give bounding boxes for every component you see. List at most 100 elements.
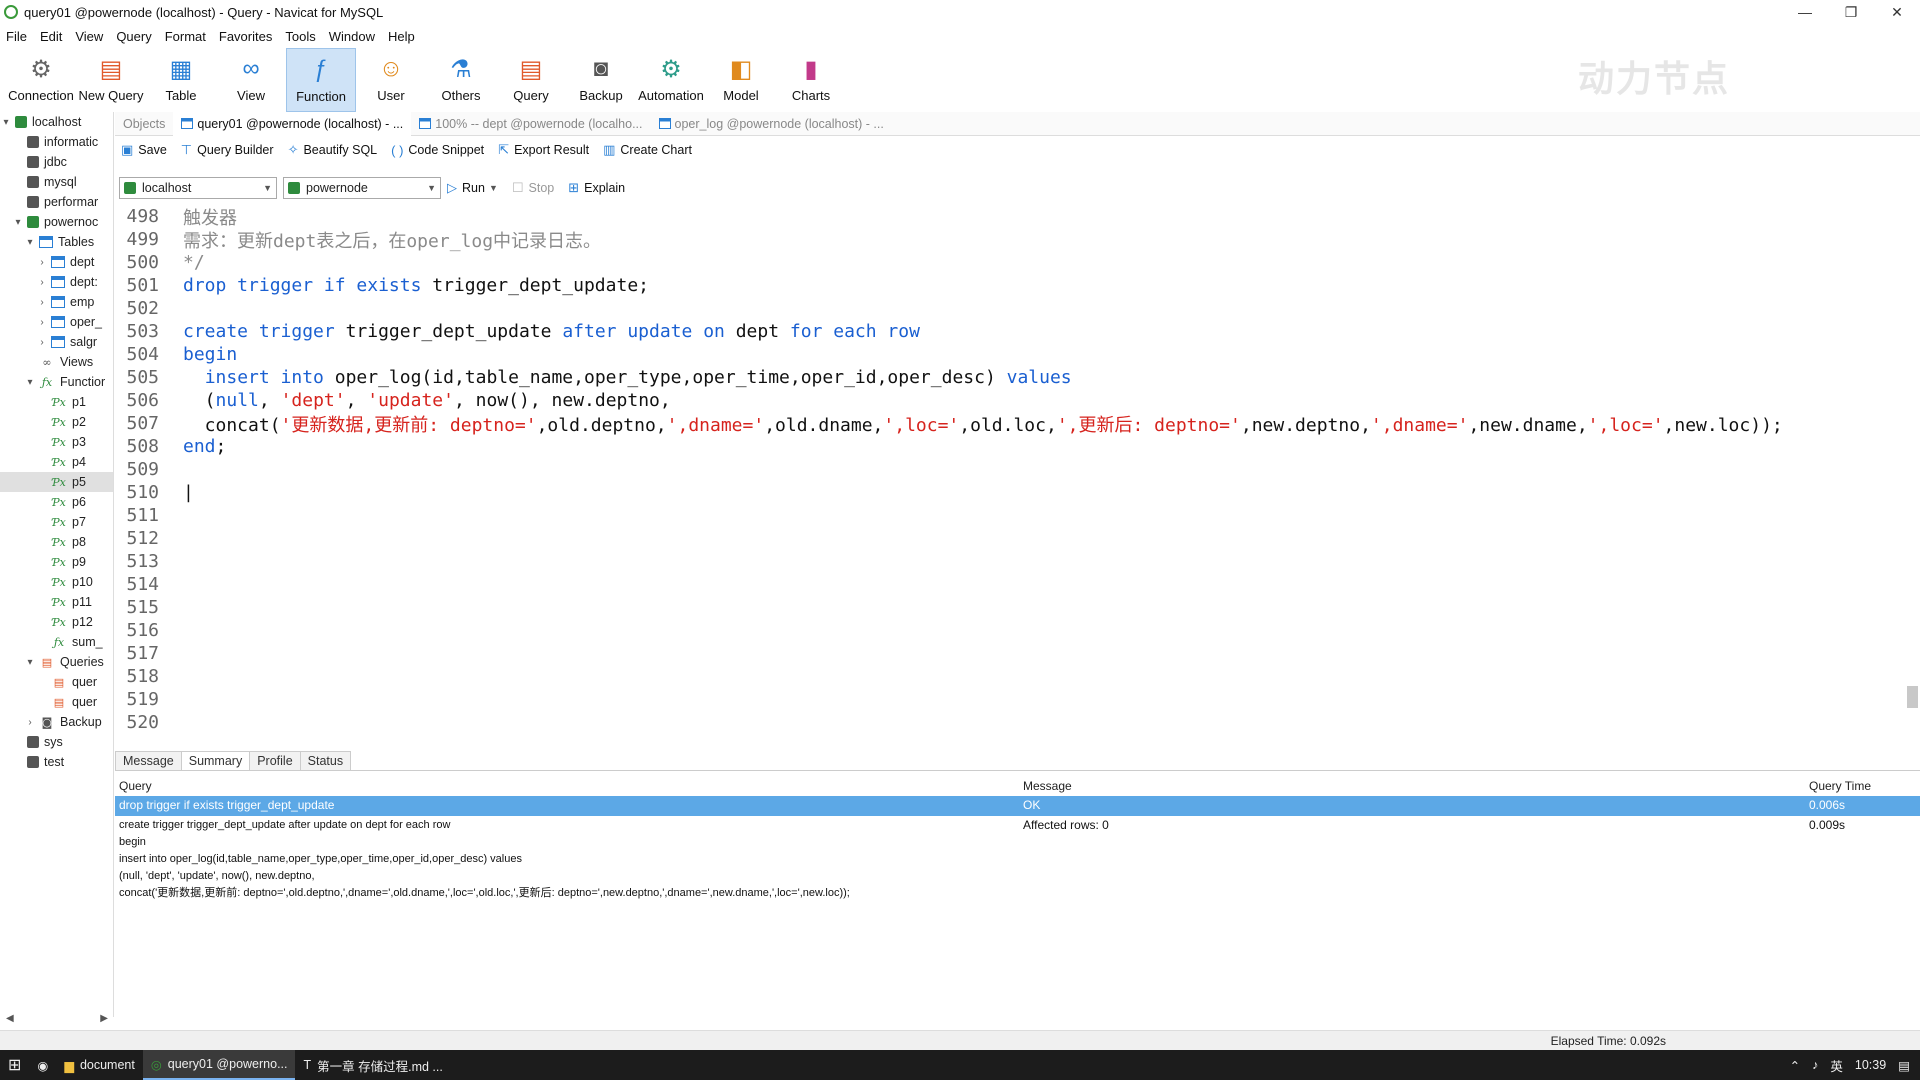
chrome-icon[interactable]: ◉: [29, 1050, 56, 1080]
tab-2[interactable]: 100% -- dept @powernode (localho...: [411, 112, 650, 136]
tree-node[interactable]: ▾ localhost: [0, 112, 113, 132]
tree-node[interactable]: Ƥx p4: [0, 452, 113, 472]
column-header-query[interactable]: Query: [115, 776, 152, 796]
taskbar-navicat[interactable]: ◎ query01 @powerno...: [142, 1050, 296, 1080]
row1-query[interactable]: drop trigger if exists trigger_dept_upda…: [115, 797, 334, 814]
collapse-arrow-icon[interactable]: ▾: [24, 237, 36, 248]
expand-arrow-icon[interactable]: ›: [36, 277, 48, 288]
menu-format[interactable]: Format: [165, 29, 206, 44]
menu-query[interactable]: Query: [116, 29, 151, 44]
code-line[interactable]: 511: [115, 504, 1905, 527]
code-line[interactable]: 502: [115, 297, 1905, 320]
column-header-query-time[interactable]: Query Time: [1805, 776, 1871, 796]
code-line[interactable]: 503 create trigger trigger_dept_update af…: [115, 320, 1905, 343]
tree-node[interactable]: › ◙ Backup: [0, 712, 113, 732]
clock[interactable]: 10:39: [1855, 1058, 1886, 1072]
tree-node[interactable]: test: [0, 752, 113, 772]
tree-node[interactable]: Ƥx p10: [0, 572, 113, 592]
toolbar-model-button[interactable]: ◧ Model: [706, 48, 776, 112]
explain-button[interactable]: ⊞ Explain: [568, 180, 625, 196]
tab-3[interactable]: oper_log @powernode (localhost) - ...: [651, 112, 892, 136]
expand-arrow-icon[interactable]: ›: [36, 337, 48, 348]
minimize-button[interactable]: —: [1782, 0, 1828, 24]
code-snippet-button[interactable]: ( ) Code Snippet: [391, 143, 484, 158]
stop-button[interactable]: ☐ Stop: [512, 180, 554, 196]
tree-node[interactable]: ∞ Views: [0, 352, 113, 372]
connection-select[interactable]: localhost ▼: [119, 177, 277, 199]
taskbar-document[interactable]: ▆ document: [56, 1050, 143, 1080]
code-line[interactable]: 513: [115, 550, 1905, 573]
close-button[interactable]: ✕: [1874, 0, 1920, 24]
code-line[interactable]: 515: [115, 596, 1905, 619]
toolbar-query-button[interactable]: ▤ Query: [496, 48, 566, 112]
collapse-arrow-icon[interactable]: ▾: [24, 657, 36, 668]
code-line[interactable]: 506 (null, 'dept', 'update', now(), new.…: [115, 389, 1905, 412]
export-result-button[interactable]: ⇱ Export Result: [498, 142, 589, 158]
tree-node[interactable]: Ƥx p6: [0, 492, 113, 512]
tree-node[interactable]: Ƥx p8: [0, 532, 113, 552]
result-tab-message[interactable]: Message: [115, 751, 182, 770]
toolbar-charts-button[interactable]: ▮ Charts: [776, 48, 846, 112]
notification-icon[interactable]: ▤: [1898, 1058, 1910, 1073]
save-button[interactable]: ▣ Save: [121, 142, 167, 158]
tree-node[interactable]: › dept: [0, 252, 113, 272]
result-tab-summary[interactable]: Summary: [180, 751, 251, 770]
tree-node[interactable]: mysql: [0, 172, 113, 192]
tree-node[interactable]: ƒx sum_: [0, 632, 113, 652]
row1-message[interactable]: OK: [1019, 797, 1040, 814]
sidebar-hscrollbar[interactable]: ◀ ▶: [0, 1010, 114, 1026]
code-line[interactable]: 509: [115, 458, 1905, 481]
expand-arrow-icon[interactable]: ›: [36, 257, 48, 268]
menu-file[interactable]: File: [6, 29, 27, 44]
taskbar-typora[interactable]: T 第一章 存储过程.md ...: [295, 1050, 450, 1080]
create-chart-button[interactable]: ▥ Create Chart: [603, 142, 692, 158]
query-builder-button[interactable]: ⊤ Query Builder: [181, 142, 274, 158]
tree-node[interactable]: Ƥx p7: [0, 512, 113, 532]
code-line[interactable]: 507 concat('更新数据,更新前: deptno=',old.deptn…: [115, 412, 1905, 436]
code-line[interactable]: 500 */: [115, 251, 1905, 274]
menu-view[interactable]: View: [75, 29, 103, 44]
tree-node[interactable]: Ƥx p3: [0, 432, 113, 452]
toolbar-table-button[interactable]: ▦ Table: [146, 48, 216, 112]
code-line[interactable]: 499 需求：更新dept表之后，在oper_log中记录日志。: [115, 228, 1905, 252]
tree-node[interactable]: ▾ ƒx Functior: [0, 372, 113, 392]
ime-indicator[interactable]: 英: [1830, 1056, 1843, 1075]
code-line[interactable]: 516: [115, 619, 1905, 642]
tree-node[interactable]: ▤ quer: [0, 692, 113, 712]
scroll-left-icon[interactable]: ◀: [6, 1013, 14, 1024]
tree-node[interactable]: › dept:: [0, 272, 113, 292]
code-line[interactable]: 505 insert into oper_log(id,table_name,o…: [115, 366, 1905, 389]
toolbar-others-button[interactable]: ⚗ Others: [426, 48, 496, 112]
sql-editor[interactable]: 498 触发器 499 需求：更新dept表之后，在oper_log中记录日志。 500…: [115, 204, 1905, 742]
row2-message[interactable]: Affected rows: 0: [1019, 817, 1109, 834]
column-header-message[interactable]: Message: [1019, 776, 1072, 796]
tree-node[interactable]: Ƥx p11: [0, 592, 113, 612]
toolbar-automation-button[interactable]: ⚙ Automation: [636, 48, 706, 112]
code-line[interactable]: 517: [115, 642, 1905, 665]
row2-time[interactable]: 0.009s: [1805, 817, 1845, 834]
tree-node[interactable]: sys: [0, 732, 113, 752]
code-line[interactable]: 501 drop trigger if exists trigger_dept_u…: [115, 274, 1905, 297]
toolbar-backup-button[interactable]: ◙ Backup: [566, 48, 636, 112]
code-line[interactable]: 520: [115, 711, 1905, 734]
code-line[interactable]: 508 end;: [115, 435, 1905, 458]
editor-vscrollbar[interactable]: [1905, 204, 1920, 742]
code-line[interactable]: 510 |: [115, 481, 1905, 504]
database-select[interactable]: powernode ▼: [283, 177, 441, 199]
beautify-sql-button[interactable]: ✧ Beautify SQL: [288, 142, 378, 158]
menu-favorites[interactable]: Favorites: [219, 29, 272, 44]
scroll-thumb[interactable]: [1907, 686, 1918, 708]
tree-node[interactable]: › salgr: [0, 332, 113, 352]
code-line[interactable]: 512: [115, 527, 1905, 550]
code-line[interactable]: 518: [115, 665, 1905, 688]
tab-0[interactable]: Objects: [115, 112, 173, 136]
tab-1[interactable]: query01 @powernode (localhost) - ...: [173, 111, 412, 136]
tree-node[interactable]: informatic: [0, 132, 113, 152]
result-tab-profile[interactable]: Profile: [249, 751, 301, 770]
code-line[interactable]: 498 触发器: [115, 205, 1905, 229]
menu-tools[interactable]: Tools: [285, 29, 315, 44]
toolbar-function-button[interactable]: ƒ Function: [286, 48, 356, 112]
windows-start-icon[interactable]: ⊞: [0, 1050, 29, 1080]
toolbar-new-query-button[interactable]: ▤ New Query: [76, 48, 146, 112]
toolbar-connection-button[interactable]: ⚙ Connection: [6, 48, 76, 112]
